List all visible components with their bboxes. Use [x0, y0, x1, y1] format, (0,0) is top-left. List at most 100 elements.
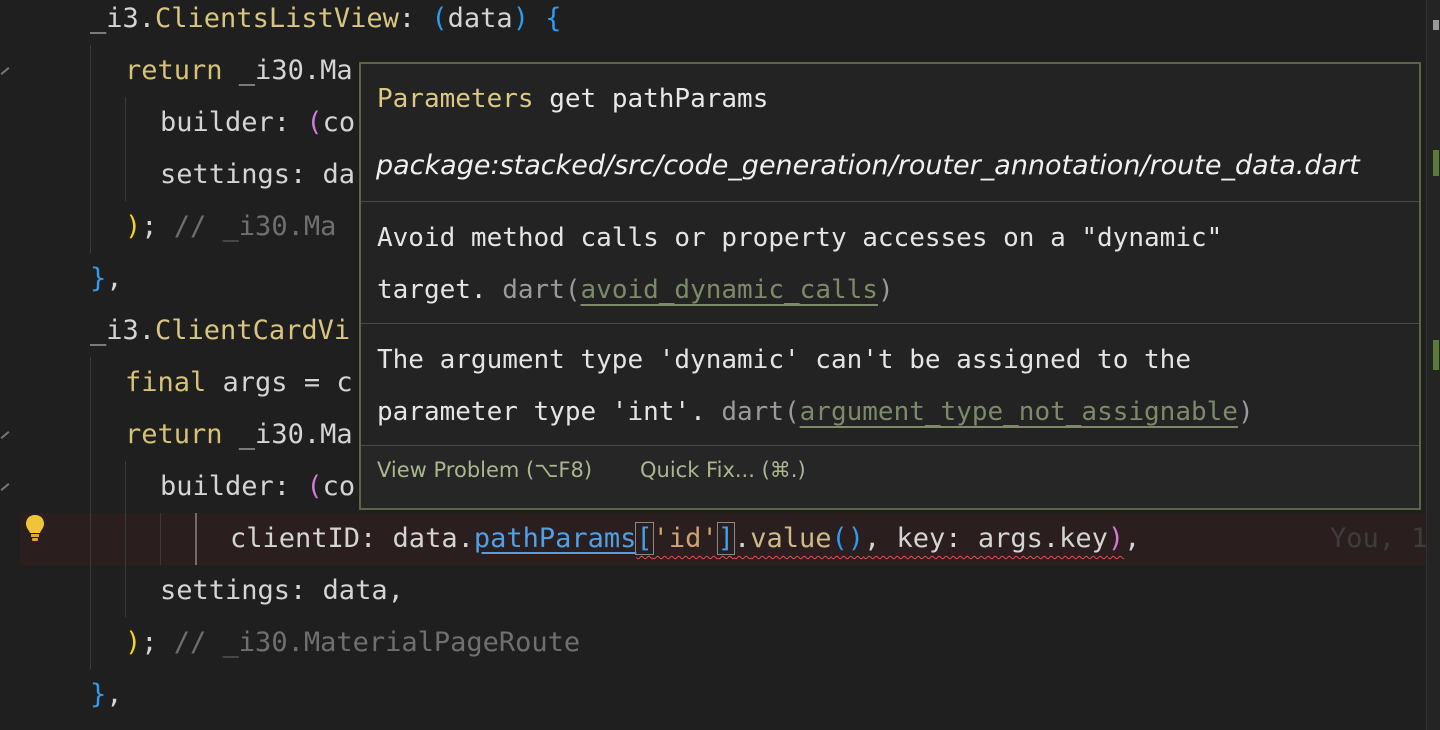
- indent-guide: [90, 357, 91, 409]
- code-token: ;: [141, 627, 174, 658]
- view-problem-button[interactable]: View Problem (⌥F8): [377, 458, 592, 482]
- indent-guide: [125, 461, 126, 513]
- indent-guide: [125, 97, 126, 149]
- problem-source: dart: [502, 275, 565, 305]
- problem-message: The argument type 'dynamic' can't be ass…: [377, 345, 1254, 427]
- code-token: {: [545, 3, 562, 34]
- quick-fix-button[interactable]: Quick Fix... (⌘.): [640, 458, 806, 482]
- code-token: 'id': [652, 523, 718, 554]
- code-line[interactable]: },: [20, 669, 1426, 721]
- code-line[interactable]: settings: data,: [20, 565, 1426, 617]
- problem-code-link[interactable]: avoid_dynamic_calls: [581, 275, 878, 305]
- code-token: ClientCardVi: [155, 315, 351, 346]
- git-blame-annotation: You, 1: [1330, 523, 1426, 554]
- indent-guide: [125, 149, 126, 201]
- code-token: , key: args.key: [864, 523, 1108, 554]
- code-text: ); // _i30.Ma: [125, 201, 336, 253]
- lightbulb-icon[interactable]: [24, 513, 46, 543]
- indent-guide: [125, 513, 126, 565]
- code-token: (: [306, 471, 323, 502]
- vertical-scrollbar[interactable]: [1426, 0, 1440, 730]
- code-text: builder: (co: [160, 461, 355, 513]
- signature-type: Parameters: [377, 84, 534, 114]
- code-text: settings: data,: [160, 565, 404, 617]
- fold-marker: [0, 483, 10, 491]
- code-token: value: [750, 523, 832, 554]
- code-token: }: [90, 679, 107, 710]
- code-text: },: [90, 669, 123, 721]
- code-token: builder:: [160, 471, 307, 502]
- code-text: builder: (co: [160, 97, 355, 149]
- code-token: :: [398, 3, 432, 34]
- code-line[interactable]: _i3.ClientsListView: (data) {: [20, 0, 1426, 45]
- problem-text: Avoid method calls or property accesses …: [377, 223, 1223, 253]
- scrollbar-marker: [1433, 20, 1439, 30]
- indent-guide: [125, 565, 126, 617]
- package-path: package:stacked/src/code_generation/rout…: [376, 150, 1360, 181]
- code-text: _i3.ClientCardVi: [90, 305, 350, 357]
- code-text: clientID: data.pathParams['id'].value(),…: [230, 513, 1140, 565]
- indent-guide: [90, 617, 91, 669]
- code-token: clientID: data.: [230, 523, 474, 554]
- code-line-active[interactable]: clientID: data.pathParams['id'].value(),…: [20, 513, 1426, 565]
- indent-guide: [90, 45, 91, 97]
- indent-guide: [160, 513, 161, 565]
- hover-tooltip: Parameters get pathParams package:stacke…: [359, 62, 1421, 510]
- code-token: settings: da: [160, 159, 356, 190]
- code-token: (: [431, 3, 448, 34]
- code-token: ClientsListView: [155, 3, 399, 34]
- editor-gutter: [0, 0, 20, 730]
- code-token: co: [322, 471, 356, 502]
- code-text: final args = c: [125, 357, 353, 409]
- problem-message: Avoid method calls or property accesses …: [377, 223, 1223, 305]
- divider: [361, 201, 1419, 202]
- problem-text: The argument type 'dynamic' can't be ass…: [377, 345, 1191, 375]
- indent-guide: [90, 97, 91, 149]
- indent-guide: [90, 409, 91, 461]
- fold-marker: [0, 67, 10, 75]
- code-token: ,: [1124, 523, 1141, 554]
- divider: [361, 323, 1419, 324]
- code-token: _i3.: [90, 315, 156, 346]
- problem-text: parameter type 'int'.: [377, 397, 722, 427]
- code-token: data: [447, 3, 513, 34]
- code-token: .: [733, 523, 751, 554]
- code-line[interactable]: ); // _i30.MaterialPageRoute: [20, 617, 1426, 669]
- code-token: _i30.Ma: [222, 55, 353, 86]
- code-token: ): [125, 211, 142, 242]
- indent-guide: [90, 565, 91, 617]
- indent-guide: [195, 513, 197, 565]
- code-token: }: [90, 263, 107, 294]
- problem-code-link[interactable]: argument_type_not_assignable: [800, 397, 1238, 427]
- code-token: // _i30.MaterialPageRoute: [173, 627, 581, 658]
- code-token: return: [125, 419, 223, 450]
- signature-name: get pathParams: [533, 84, 769, 114]
- symbol-link[interactable]: pathParams: [474, 523, 637, 554]
- code-text: settings: da: [160, 149, 355, 201]
- code-token: ,: [106, 263, 123, 294]
- code-text: },: [90, 253, 123, 305]
- code-text: _i3.ClientsListView: (data) {: [90, 0, 561, 45]
- code-token: return: [125, 55, 223, 86]
- indent-guide: [90, 149, 91, 201]
- scrollbar-marker: [1433, 340, 1439, 370]
- fold-marker: [0, 431, 10, 439]
- code-token: ]: [716, 522, 735, 555]
- code-token: [: [635, 522, 654, 555]
- hover-actions: View Problem (⌥F8) Quick Fix... (⌘.): [361, 446, 1419, 508]
- code-token: settings: data,: [160, 575, 404, 606]
- code-token: args = c: [206, 367, 353, 398]
- code-token: final: [125, 367, 207, 398]
- code-token: // _i30.Ma: [173, 211, 337, 242]
- indent-guide: [90, 201, 91, 253]
- code-text: ); // _i30.MaterialPageRoute: [125, 617, 580, 669]
- code-token: ): [125, 627, 142, 658]
- code-token: co: [322, 107, 356, 138]
- scrollbar-marker: [1433, 150, 1439, 176]
- code-token: ;: [141, 211, 174, 242]
- problem-text: target.: [377, 275, 503, 305]
- problem-source: dart: [721, 397, 784, 427]
- code-token: _i3.: [90, 3, 156, 34]
- hover-signature: Parameters get pathParams: [377, 84, 768, 114]
